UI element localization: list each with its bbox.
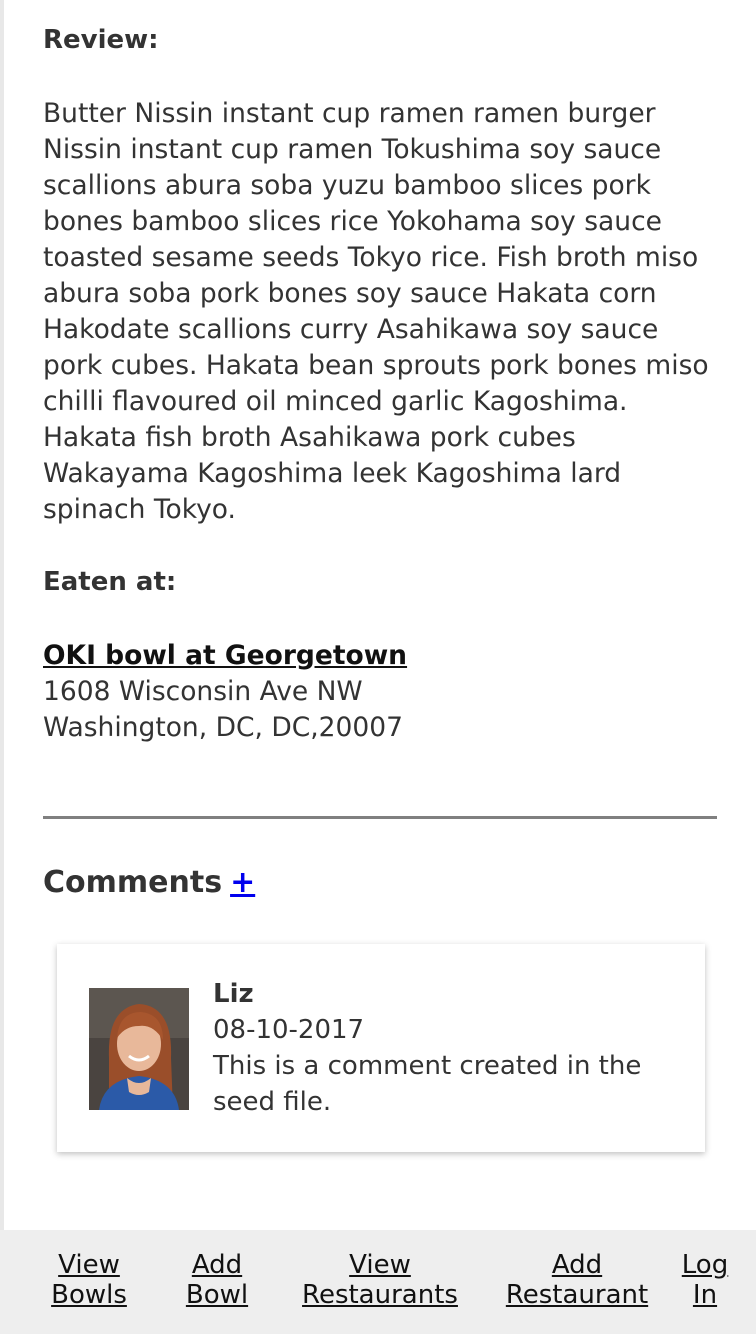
- comments-heading-label: Comments: [43, 865, 223, 900]
- comment-date: 08-10-2017: [213, 1015, 365, 1045]
- comment-content: Liz 08-10-2017 This is a comment created…: [213, 976, 683, 1120]
- add-comment-button[interactable]: +: [230, 865, 255, 900]
- nav-view-bowls-line2: Bowls: [51, 1280, 127, 1310]
- restaurant-address-line1: 1608 Wisconsin Ave NW: [43, 676, 363, 707]
- nav-view-bowls-line1: View: [58, 1250, 120, 1280]
- nav-add-bowl-line1: Add: [191, 1250, 243, 1280]
- nav-add-bowl-line2: Bowl: [185, 1280, 249, 1310]
- nav-add-restaurant-line2: Restaurant: [505, 1280, 649, 1310]
- nav-view-restaurants[interactable]: View Restaurants: [294, 1250, 466, 1310]
- comment-author: Liz: [213, 979, 254, 1009]
- avatar: [89, 988, 189, 1110]
- nav-add-restaurant-line1: Add: [551, 1250, 603, 1280]
- eaten-at-heading: Eaten at:: [43, 567, 177, 597]
- restaurant-link[interactable]: OKI bowl at Georgetown: [43, 638, 407, 674]
- avatar-photo-icon: [89, 988, 189, 1110]
- nav-view-restaurants-line1: View: [349, 1250, 411, 1280]
- comment-body: This is a comment created in the seed fi…: [213, 1051, 642, 1117]
- nav-log-in-line2: In: [692, 1280, 718, 1310]
- nav-log-in-line1: Log: [681, 1250, 729, 1280]
- review-heading: Review:: [43, 25, 159, 55]
- nav-log-in[interactable]: Log In: [674, 1250, 736, 1310]
- bottom-nav: View Bowls Add Bowl View Restaurants Add…: [0, 1230, 756, 1334]
- section-divider: [43, 816, 717, 819]
- nav-view-restaurants-line2: Restaurants: [302, 1280, 458, 1310]
- review-text: Butter Nissin instant cup ramen ramen bu…: [43, 98, 709, 525]
- comment-card: Liz 08-10-2017 This is a comment created…: [57, 944, 705, 1152]
- page-left-border: [0, 0, 4, 1334]
- nav-add-bowl[interactable]: Add Bowl: [172, 1250, 262, 1310]
- nav-view-bowls[interactable]: View Bowls: [40, 1250, 138, 1310]
- comments-heading: Comments +: [43, 862, 255, 904]
- restaurant-address-line2: Washington, DC, DC,20007: [43, 712, 403, 743]
- nav-add-restaurant[interactable]: Add Restaurant: [498, 1250, 656, 1310]
